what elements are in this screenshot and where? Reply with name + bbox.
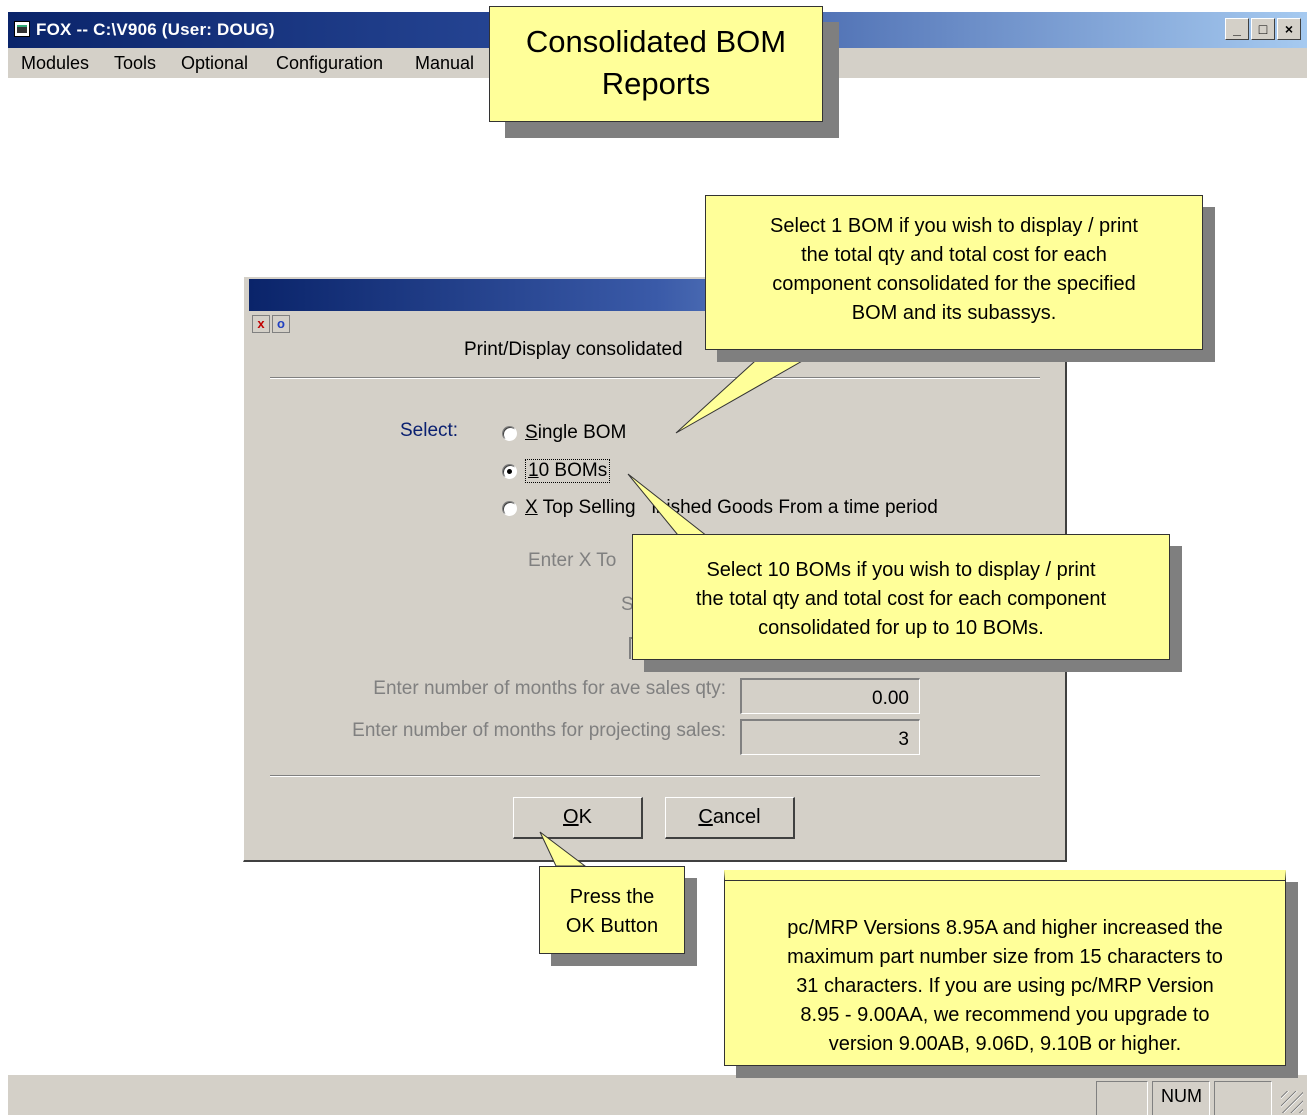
ok-button-label: OK bbox=[563, 806, 592, 828]
title-note: Consolidated BOM Reports bbox=[489, 6, 823, 122]
radio-single-bom-label: Single BOM bbox=[525, 422, 627, 443]
status-pane-empty bbox=[1096, 1081, 1148, 1115]
dialog-heading: Print/Display consolidated bbox=[464, 339, 683, 360]
note-version-info: pc/MRP Versions 8.95A and higher increas… bbox=[724, 870, 1286, 1066]
note-line: the total qty and total cost for each co… bbox=[695, 588, 1107, 610]
note-line: pc/MRP Versions 8.95A and higher increas… bbox=[787, 917, 1223, 939]
title-note-line: Reports bbox=[601, 66, 711, 101]
minimize-button[interactable]: _ bbox=[1225, 18, 1249, 40]
note-line: consolidated for up to 10 BOMs. bbox=[758, 617, 1044, 639]
top-divider bbox=[270, 377, 1040, 379]
menu-configuration[interactable]: Configuration bbox=[276, 53, 383, 74]
note-line: Press the bbox=[569, 886, 655, 908]
radio-ten-boms-input[interactable] bbox=[502, 463, 517, 479]
maximize-button[interactable]: □ bbox=[1251, 18, 1275, 40]
ok-button[interactable]: OK bbox=[513, 797, 643, 839]
cancel-button[interactable]: Cancel bbox=[665, 797, 795, 839]
dialog-control-icons: x o bbox=[252, 315, 290, 333]
window-controls: _ □ × bbox=[1225, 18, 1301, 40]
menu-modules[interactable]: Modules bbox=[21, 53, 89, 74]
dialog-help-icon[interactable]: o bbox=[272, 315, 290, 333]
note-line: version 9.00AB, 9.06D, 9.10B or higher. bbox=[828, 1033, 1182, 1055]
radio-ten-boms[interactable]: 10 BOMs bbox=[502, 459, 611, 483]
radio-top-selling-input[interactable] bbox=[502, 500, 517, 516]
enter-x-label: Enter X To bbox=[528, 550, 617, 571]
note-line: maximum part number size from 15 charact… bbox=[787, 946, 1223, 968]
note-line: the total qty and total cost for each bbox=[801, 244, 1107, 266]
note-ten-boms: Select 10 BOMs if you wish to display / … bbox=[632, 534, 1170, 660]
note-line: 31 characters. If you are using pc/MRP V… bbox=[796, 975, 1214, 997]
months-proj-input[interactable]: 3 bbox=[740, 719, 920, 755]
status-bar: NUM bbox=[8, 1074, 1307, 1115]
months-ave-label: Enter number of months for ave sales qty… bbox=[373, 678, 726, 699]
status-pane-scroll bbox=[1214, 1081, 1272, 1115]
radio-top-selling[interactable]: X Top Selling inished Goods From a time p… bbox=[502, 497, 938, 519]
app-window: FOX -- C:\V906 (User: DOUG) _ □ × Module… bbox=[0, 0, 1307, 1115]
note-line: 8.95 - 9.00AA, we recommend you upgrade … bbox=[800, 1004, 1210, 1026]
radio-single-bom[interactable]: Single BOM bbox=[502, 422, 626, 444]
menu-optional[interactable]: Optional bbox=[181, 53, 248, 74]
note-line: Select 10 BOMs if you wish to display / … bbox=[706, 559, 1096, 581]
close-button[interactable]: × bbox=[1277, 18, 1301, 40]
note-ok-button: Press the OK Button bbox=[539, 866, 685, 954]
title-note-line: Consolidated BOM bbox=[525, 24, 787, 59]
radio-top-selling-label: X Top Selling inished Goods From a time p… bbox=[525, 497, 938, 518]
menu-tools[interactable]: Tools bbox=[114, 53, 156, 74]
app-title: FOX -- C:\V906 (User: DOUG) bbox=[36, 20, 275, 39]
months-proj-label: Enter number of months for projecting sa… bbox=[352, 720, 726, 741]
months-ave-input[interactable]: 0.00 bbox=[740, 678, 920, 714]
note-line: Select 1 BOM if you wish to display / pr… bbox=[770, 215, 1138, 237]
dialog-close-icon[interactable]: x bbox=[252, 315, 270, 333]
cancel-button-label: Cancel bbox=[698, 806, 761, 828]
radio-ten-boms-label: 10 BOMs bbox=[525, 459, 611, 483]
menu-manual[interactable]: Manual bbox=[415, 53, 474, 74]
note-single-bom: Select 1 BOM if you wish to display / pr… bbox=[705, 195, 1203, 350]
bottom-divider bbox=[270, 775, 1040, 777]
app-icon bbox=[14, 21, 30, 37]
note-line: component consolidated for the specified bbox=[772, 273, 1136, 295]
select-label: Select: bbox=[400, 420, 459, 441]
note-line: BOM and its subassys. bbox=[851, 302, 1057, 324]
note-line: OK Button bbox=[565, 915, 659, 937]
num-lock-indicator: NUM bbox=[1152, 1081, 1210, 1115]
resize-grip-icon[interactable] bbox=[1281, 1091, 1303, 1113]
radio-single-bom-input[interactable] bbox=[502, 425, 517, 441]
